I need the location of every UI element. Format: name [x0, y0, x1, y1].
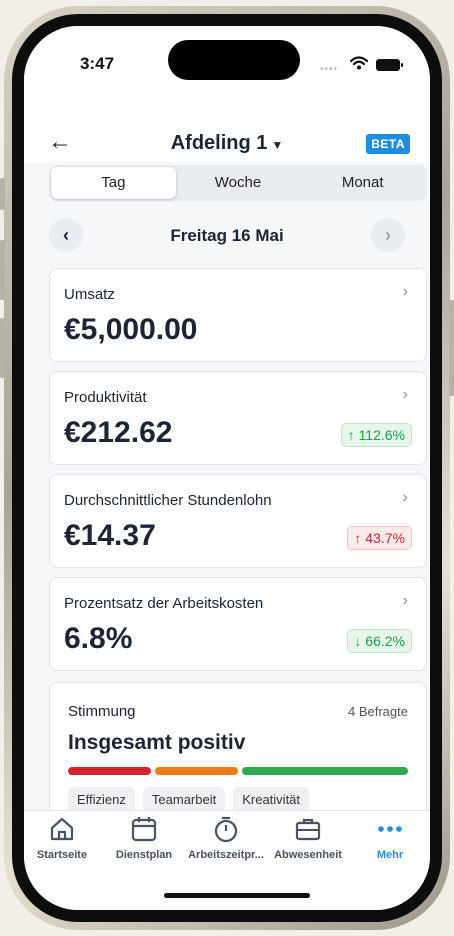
- home-indicator: [164, 893, 310, 898]
- kpi-label: Umsatz: [64, 286, 115, 303]
- kpi-card-arbeitskosten[interactable]: Prozentsatz der Arbeitskosten › 6.8% ↓ 6…: [49, 577, 427, 671]
- kpi-card-umsatz[interactable]: Umsatz › €5,000.00: [49, 268, 427, 362]
- segment-woche[interactable]: Woche: [176, 167, 301, 199]
- page-title: Afdeling 1: [170, 132, 268, 154]
- mood-label: Stimmung: [68, 703, 136, 720]
- stopwatch-icon: [214, 816, 238, 843]
- next-day-button[interactable]: ›: [371, 218, 405, 252]
- dynamic-island: [168, 40, 300, 80]
- current-date: Freitag 16 Mai: [170, 226, 284, 245]
- kpi-value: €5,000.00: [64, 313, 198, 346]
- mood-tag: Effizienz: [68, 787, 135, 812]
- bottom-tab-bar: Startseite Dienstplan Arbeitszeitpr... A…: [24, 810, 430, 910]
- tab-arbeitszeit[interactable]: Arbeitszeitpr...: [186, 815, 266, 861]
- trend-badge: ↓ 66.2%: [347, 629, 412, 653]
- kpi-value: €212.62: [64, 416, 173, 449]
- briefcase-icon: [295, 818, 321, 841]
- calendar-icon: [131, 817, 157, 842]
- chevron-down-icon: ▼: [271, 138, 284, 152]
- mood-segment: [242, 767, 408, 775]
- tab-label: Startseite: [36, 849, 88, 861]
- status-bar: 3:47 ••••: [24, 26, 430, 102]
- chevron-right-icon: ›: [402, 386, 408, 403]
- kpi-label: Produktivität: [64, 389, 147, 406]
- volume-up-button: [0, 240, 5, 300]
- chevron-right-icon: ›: [402, 283, 408, 300]
- kpi-card-stundenlohn[interactable]: Durchschnittlicher Stundenlohn › €14.37 …: [49, 474, 427, 568]
- mood-tag: Kreativität: [233, 787, 310, 812]
- tab-dienstplan[interactable]: Dienstplan: [104, 815, 184, 861]
- kpi-label: Prozentsatz der Arbeitskosten: [64, 595, 264, 612]
- chevron-right-icon: ›: [402, 489, 408, 506]
- power-button: [449, 300, 454, 396]
- tab-label: Arbeitszeitpr...: [188, 849, 264, 861]
- kpi-value: €14.37: [64, 519, 156, 552]
- home-icon: [50, 817, 74, 841]
- volume-down-button: [0, 318, 5, 378]
- trend-badge: ↑ 43.7%: [347, 526, 412, 550]
- segment-tag[interactable]: Tag: [51, 167, 176, 199]
- mood-segment: [68, 767, 151, 775]
- battery-icon: [376, 59, 403, 71]
- chevron-right-icon: ›: [402, 592, 408, 609]
- tab-label: Dienstplan: [115, 849, 173, 861]
- status-time: 3:47: [80, 54, 115, 73]
- mood-tag: Teamarbeit: [142, 787, 226, 812]
- kpi-label: Durchschnittlicher Stundenlohn: [64, 492, 272, 509]
- more-icon: [378, 826, 402, 832]
- date-navigator: ‹ Freitag 16 Mai ›: [49, 218, 405, 252]
- respondent-count: 4 Befragte: [348, 704, 408, 719]
- period-segmented-control: Tag Woche Monat: [49, 165, 427, 201]
- tab-label: Abwesenheit: [274, 849, 342, 861]
- beta-badge: BETA: [366, 134, 410, 154]
- mood-headline: Insgesamt positiv: [68, 731, 246, 754]
- kpi-value: 6.8%: [64, 622, 133, 655]
- mood-tags: Effizienz Teamarbeit Kreativität: [68, 787, 310, 812]
- header: ← Afdeling 1 ▼ BETA: [24, 102, 430, 162]
- segment-monat[interactable]: Monat: [300, 167, 425, 199]
- trend-badge: ↑ 112.6%: [340, 423, 412, 447]
- mood-distribution-bar: [68, 767, 408, 775]
- tab-label: Mehr: [376, 849, 404, 861]
- tab-abwesenheit[interactable]: Abwesenheit: [268, 815, 348, 861]
- tab-mehr[interactable]: Mehr: [350, 815, 430, 861]
- wifi-icon: [350, 56, 368, 70]
- mood-segment: [155, 767, 238, 775]
- cellular-icon: ••••: [320, 64, 339, 75]
- tab-startseite[interactable]: Startseite: [24, 815, 102, 861]
- kpi-card-produktivitaet[interactable]: Produktivität › €212.62 ↑ 112.6%: [49, 371, 427, 465]
- app-screen: 3:47 •••• ← Afdeling 1 ▼ BETA Tag Woche M…: [24, 26, 430, 910]
- mute-switch: [0, 178, 5, 210]
